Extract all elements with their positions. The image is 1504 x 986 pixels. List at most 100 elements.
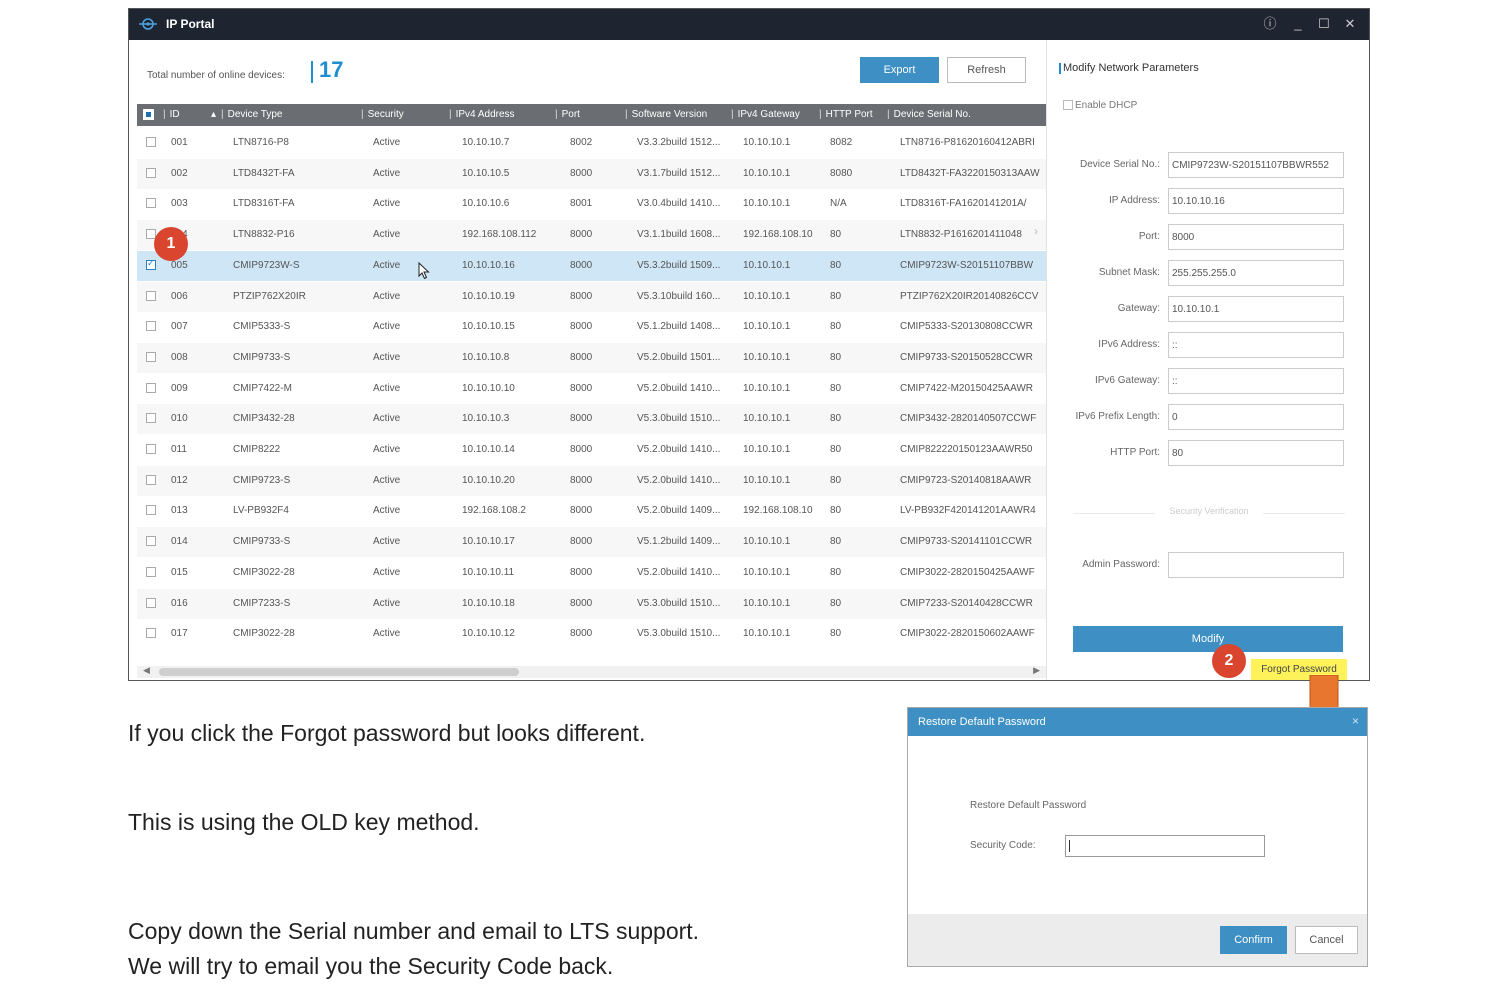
- dialog-footer: Confirm Cancel: [908, 914, 1367, 966]
- dhcp-checkbox-box[interactable]: [1063, 100, 1073, 110]
- admin-password-label: Admin Password:: [1082, 559, 1160, 570]
- row-checkbox[interactable]: [146, 628, 156, 639]
- cell-id: 014: [171, 536, 188, 548]
- cell-ipv4-gateway: 10.10.10.1: [743, 444, 791, 455]
- confirm-button[interactable]: Confirm: [1220, 926, 1287, 954]
- row-checkbox[interactable]: [146, 413, 156, 424]
- col-security[interactable]: | Security: [361, 109, 404, 120]
- field-input[interactable]: 80: [1168, 440, 1344, 466]
- field-input[interactable]: ::: [1168, 332, 1344, 358]
- table-row[interactable]: 002 LTD8432T-FA Active 10.10.10.5 8000 V3.1.7…: [137, 158, 1046, 189]
- row-checkbox[interactable]: [146, 536, 156, 547]
- cell-security: Active: [373, 290, 401, 302]
- field-input[interactable]: 8000: [1168, 224, 1344, 250]
- col-ipv4-gateway[interactable]: | IPv4 Gateway: [731, 109, 800, 120]
- table-row[interactable]: 009 CMIP7422-M Active 10.10.10.10 8000 V5.2.0…: [137, 374, 1046, 404]
- col-device-type[interactable]: | Device Type: [221, 109, 282, 120]
- refresh-button[interactable]: Refresh: [947, 57, 1026, 83]
- cell-ipv4-address: 192.168.108.2: [462, 505, 526, 517]
- table-row[interactable]: 015 CMIP3022-28 Active 10.10.10.11 8000 V5.2.…: [137, 558, 1046, 588]
- export-button[interactable]: Export: [860, 57, 939, 83]
- admin-password-input[interactable]: [1168, 552, 1344, 578]
- cell-ipv4-gateway: 192.168.108.10: [743, 505, 813, 517]
- row-checkbox[interactable]: [146, 474, 156, 485]
- row-checkbox[interactable]: [146, 444, 156, 454]
- scroll-thumb[interactable]: [159, 668, 519, 676]
- row-checkbox[interactable]: [146, 566, 156, 577]
- cancel-button[interactable]: Cancel: [1295, 926, 1358, 954]
- table-row[interactable]: 007 CMIP5333-S Active 10.10.10.15 8000 V5.1.2…: [137, 312, 1046, 342]
- horizontal-scrollbar[interactable]: ◀ ▶: [137, 665, 1046, 678]
- row-checkbox[interactable]: [146, 351, 156, 362]
- table-row[interactable]: 010 CMIP3432-28 Active 10.10.10.3 8000 V5.3.0…: [137, 404, 1046, 435]
- scroll-right-icon[interactable]: ▶: [1033, 665, 1040, 676]
- table-row[interactable]: 008 CMIP9733-S Active 10.10.10.8 8000 V5.2.0b…: [137, 342, 1046, 373]
- field-input[interactable]: 255.255.255.0: [1168, 260, 1344, 286]
- table-row[interactable]: 013 LV-PB932F4 Active 192.168.108.2 8000 V5.2…: [137, 496, 1046, 526]
- table-row[interactable]: 006 PTZIP762X20IR Active 10.10.10.19 8000 V5.…: [137, 281, 1046, 312]
- cell-serial-no: LTN8832-P1616201411048: [900, 229, 1022, 241]
- row-checkbox[interactable]: [146, 258, 156, 270]
- ip-portal-window: IP Portal ⓘ _ ☐ ✕ Total number of online…: [128, 8, 1370, 681]
- field-input[interactable]: ::: [1168, 368, 1344, 394]
- cell-ipv4-address: 10.10.10.16: [462, 259, 515, 271]
- close-icon[interactable]: ✕: [1341, 15, 1359, 33]
- cell-device-type: LTD8316T-FA: [233, 198, 295, 210]
- table-row[interactable]: 001 LTN8716-P8 Active 10.10.10.7 8002 V3.3.2b…: [137, 128, 1046, 158]
- scroll-left-icon[interactable]: ◀: [143, 665, 150, 676]
- field-input[interactable]: 10.10.10.16: [1168, 188, 1344, 214]
- cell-device-type: CMIP9723-S: [233, 474, 291, 486]
- cell-security: Active: [373, 444, 401, 455]
- online-count-value: 17: [319, 57, 344, 82]
- table-row[interactable]: 005 CMIP9723W-S Active 10.10.10.16 8000 V5.3.…: [137, 250, 1046, 281]
- row-checkbox[interactable]: [146, 167, 156, 178]
- row-checkbox[interactable]: [146, 505, 156, 516]
- minimize-icon[interactable]: _: [1289, 15, 1307, 33]
- cell-serial-no: PTZIP762X20IR20140826CCV: [900, 290, 1039, 302]
- row-checkbox[interactable]: [146, 382, 156, 393]
- table-row[interactable]: 003 LTD8316T-FA Active 10.10.10.6 8001 V3.0.4…: [137, 189, 1046, 219]
- col-port[interactable]: | Port: [555, 109, 580, 120]
- field-input[interactable]: 0: [1168, 404, 1344, 430]
- panel-expand-icon[interactable]: ›: [1034, 224, 1038, 238]
- dialog-close-icon[interactable]: ×: [1352, 714, 1359, 728]
- row-checkbox[interactable]: [146, 597, 156, 608]
- field-row: HTTP Port: 80: [1047, 440, 1369, 466]
- security-verification-divider: Security Verification: [1073, 506, 1345, 520]
- field-input[interactable]: 10.10.10.1: [1168, 296, 1344, 322]
- field-input[interactable]: CMIP9723W-S20151107BBWR552: [1168, 152, 1344, 178]
- table-row[interactable]: 011 CMIP8222 Active 10.10.10.14 8000 V5.2.0bu…: [137, 435, 1046, 465]
- cell-serial-no: CMIP9733-S20150528CCWR: [900, 351, 1033, 363]
- col-http-port[interactable]: | HTTP Port: [819, 109, 873, 120]
- col-id[interactable]: | ID: [163, 109, 180, 120]
- row-checkbox[interactable]: [146, 137, 156, 147]
- online-count-label: Total number of online devices:: [147, 70, 285, 81]
- col-serial-no[interactable]: | Device Serial No.: [887, 109, 971, 120]
- cell-ipv4-gateway: 10.10.10.1: [743, 259, 791, 271]
- sort-asc-icon[interactable]: ▴: [211, 109, 216, 120]
- row-checkbox[interactable]: [146, 290, 156, 301]
- cell-http-port: 80: [830, 229, 842, 241]
- table-row[interactable]: 016 CMIP7233-S Active 10.10.10.18 8000 V5.3.0…: [137, 588, 1046, 619]
- table-row[interactable]: 012 CMIP9723-S Active 10.10.10.20 8000 V5.2.0…: [137, 465, 1046, 496]
- col-ipv4-address[interactable]: | IPv4 Address: [449, 109, 515, 120]
- enable-dhcp-checkbox[interactable]: Enable DHCP: [1063, 100, 1137, 111]
- row-checkbox[interactable]: [146, 198, 156, 209]
- table-row[interactable]: 014 CMIP9733-S Active 10.10.10.17 8000 V5.1.2…: [137, 527, 1046, 558]
- row-checkbox[interactable]: [146, 321, 156, 332]
- field-row: IPv6 Address:::: [1047, 332, 1369, 358]
- table-row[interactable]: 004LTN8832-P16Active192.168.108.1128000V…: [137, 220, 1046, 251]
- cell-port: 8000: [570, 259, 593, 271]
- table-header: | ID ▴ | Device Type | Security | IPv4 Addre…: [137, 104, 1046, 126]
- security-code-input[interactable]: [1065, 835, 1265, 857]
- col-software-version[interactable]: | Software Version: [625, 109, 707, 120]
- cell-http-port: 80: [830, 413, 842, 425]
- dialog-header: Restore Default Password ×: [908, 708, 1367, 736]
- modify-button[interactable]: Modify: [1073, 626, 1343, 652]
- cell-port: 8000: [570, 321, 593, 333]
- table-row[interactable]: 017 CMIP3022-28 Active 10.10.10.12 8000 V5.3.…: [137, 619, 1046, 649]
- info-icon[interactable]: ⓘ: [1261, 15, 1279, 33]
- maximize-icon[interactable]: ☐: [1315, 15, 1333, 33]
- field-label: Gateway:: [1117, 303, 1160, 314]
- select-all-checkbox[interactable]: [143, 109, 154, 120]
